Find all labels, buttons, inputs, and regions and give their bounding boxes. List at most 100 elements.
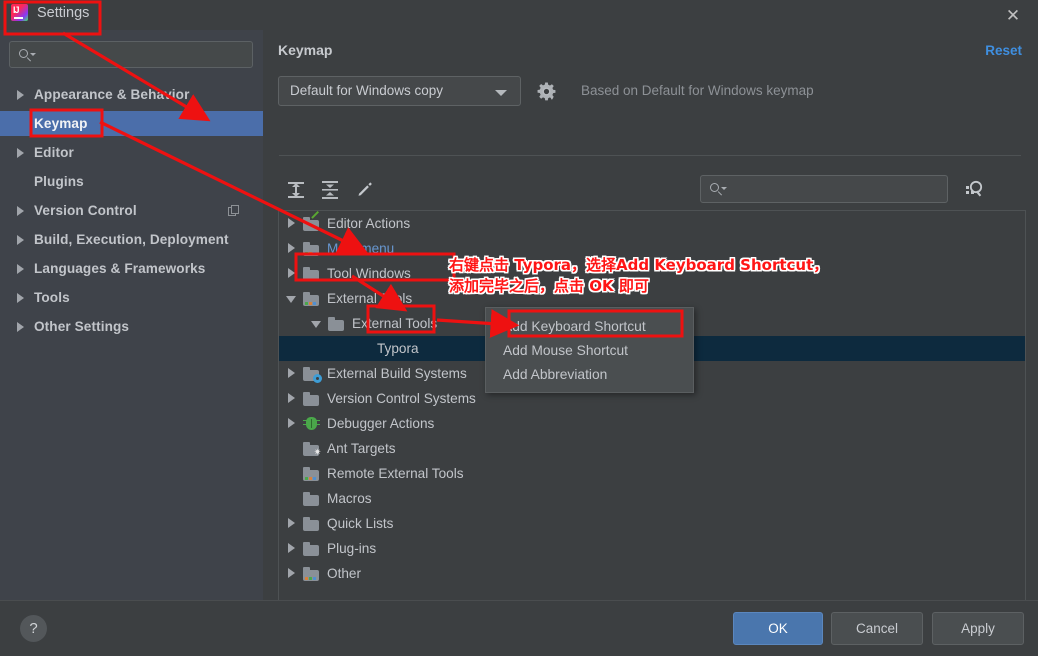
settings-sidebar: Appearance & Behavior Keymap Editor Plugins… [0,30,263,600]
sidebar-item-label: Plugins [34,174,84,189]
chevron-down-icon[interactable] [311,318,322,329]
search-icon [710,182,727,197]
tree-row-label: Remote External Tools [327,466,464,481]
chevron-down-icon[interactable] [286,293,297,304]
based-on-text: Based on Default for Windows keymap [581,83,814,98]
sidebar-item-label: Other Settings [34,319,130,334]
tree-row-label: Main menu [327,241,395,256]
chevron-right-icon[interactable] [16,89,26,100]
tree-row-label: Plug-ins [327,541,377,556]
chevron-right-icon[interactable] [16,147,26,158]
chevron-right-icon[interactable] [286,568,297,579]
sidebar-item-appearance-behavior[interactable]: Appearance & Behavior [0,82,263,107]
tree-row-label: Quick Lists [327,516,394,531]
chevron-right-icon[interactable] [286,393,297,404]
copy-icon[interactable] [228,205,239,216]
collapse-all-icon[interactable] [317,177,343,203]
tree-row[interactable]: Editor Actions [279,211,1025,236]
expand-all-icon[interactable] [283,177,309,203]
tree-row-label: Editor Actions [327,216,411,231]
reset-link[interactable]: Reset [985,43,1022,58]
tree-row-label: Other [327,566,361,581]
apply-button[interactable]: Apply [932,612,1024,645]
gear-icon[interactable] [536,81,557,102]
tree-row[interactable]: Tool Windows [279,261,1025,286]
tree-row-label: External Build Systems [327,366,467,381]
chevron-right-icon[interactable] [286,418,297,429]
folder-plain-icon [303,516,320,531]
chevron-right-icon[interactable] [286,218,297,229]
sidebar-item-plugins[interactable]: Plugins [0,169,263,194]
tree-row[interactable]: Quick Lists [279,511,1025,536]
sidebar-item-other-settings[interactable]: Other Settings [0,314,263,339]
keymap-select[interactable]: Default for Windows copy [278,76,521,106]
close-icon[interactable]: ✕ [1003,5,1023,25]
folder-gear-icon [303,366,322,383]
folder-plain-icon [303,491,320,506]
chevron-right-icon[interactable] [286,543,297,554]
sidebar-item-label: Build, Execution, Deployment [34,232,229,247]
tree-row[interactable]: Other [279,561,1025,586]
sidebar-item-build-execution-deployment[interactable]: Build, Execution, Deployment [0,227,263,252]
chevron-right-icon[interactable] [16,205,26,216]
window-title-group: Settings [11,4,89,21]
folder-plain-icon [303,266,320,281]
context-menu-item[interactable]: Add Abbreviation [486,362,693,386]
sidebar-item-label: Keymap [34,116,88,131]
sidebar-item-languages-frameworks[interactable]: Languages & Frameworks [0,256,263,281]
chevron-right-icon[interactable] [286,243,297,254]
tree-row[interactable]: Plug-ins [279,536,1025,561]
tree-row[interactable]: ✷ Ant Targets [279,436,1025,461]
folder-editor-actions-icon [303,211,320,231]
chevron-right-icon[interactable] [16,263,26,274]
chevron-right-icon[interactable] [16,234,26,245]
shortcut-search-input[interactable] [731,180,945,201]
folder-main-menu-icon [303,241,320,256]
window-title: Settings [37,4,90,21]
chevron-right-icon[interactable] [286,518,297,529]
section-divider [279,155,1021,156]
search-icon [19,48,36,63]
search-input[interactable] [40,46,250,67]
help-question-icon[interactable]: ? [20,615,47,642]
context-menu-item[interactable]: Add Mouse Shortcut [486,338,693,362]
chevron-right-icon[interactable] [16,321,26,332]
find-shortcut-icon[interactable] [961,176,987,202]
chevron-right-icon[interactable] [286,368,297,379]
sidebar-item-editor[interactable]: Editor [0,140,263,165]
tree-row-label: External Tools [352,316,438,331]
sidebar-item-tools[interactable]: Tools [0,285,263,310]
tree-row[interactable]: Debugger Actions [279,411,1025,436]
dialog-footer: ? OK Cancel Apply [0,600,1038,656]
chevron-right-icon[interactable] [286,268,297,279]
intellij-idea-logo-icon [11,4,28,21]
tree-row[interactable]: Macros [279,486,1025,511]
tree-row-label: Debugger Actions [327,416,435,431]
tree-row[interactable]: Main menu [279,236,1025,261]
shortcut-search-box[interactable] [700,175,948,203]
sidebar-search-box[interactable] [9,41,253,68]
tree-row-label: Typora [377,341,419,356]
chevron-right-icon[interactable] [16,292,26,303]
sidebar-item-label: Appearance & Behavior [34,87,190,102]
folder-plain-icon [303,391,320,406]
folder-external-tools-icon [303,466,320,481]
tree-row[interactable]: Remote External Tools [279,461,1025,486]
ok-button[interactable]: OK [733,612,823,645]
tree-row-label: External Tools [327,291,413,306]
tree-row-label: Version Control Systems [327,391,476,406]
context-menu-item[interactable]: Add Keyboard Shortcut [486,314,693,338]
tree-row-label: Tool Windows [327,266,411,281]
pencil-edit-icon[interactable] [351,177,377,203]
sidebar-item-version-control[interactable]: Version Control [0,198,263,223]
keymap-tree[interactable]: Editor Actions Main menu Tool Windows Exter… [278,210,1026,617]
context-menu[interactable]: Add Keyboard Shortcut Add Mouse Shortcut A… [485,307,694,393]
sidebar-item-label: Languages & Frameworks [34,261,206,276]
tree-row-label: Ant Targets [327,441,396,456]
cancel-button[interactable]: Cancel [831,612,923,645]
sidebar-item-keymap[interactable]: Keymap [0,111,263,136]
